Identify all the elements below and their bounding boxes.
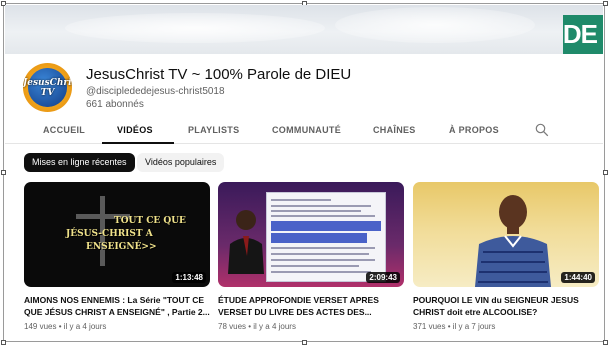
resize-handle[interactable] [1,340,6,345]
video-duration: 1:13:48 [172,272,206,283]
channel-avatar[interactable]: JesusChrist TV [23,63,72,112]
tab-chaines[interactable]: CHAÎNES [373,125,416,135]
doc-line [271,210,361,212]
doc-line [271,199,331,201]
video-title[interactable]: AIMONS NOS ENNEMIS : La Série "TOUT CE Q… [24,294,210,318]
video-duration: 2:09:43 [366,272,400,283]
video-title[interactable]: POURQUOI LE VIN du SEIGNEUR JESUS CHRIST… [413,294,599,318]
resize-handle[interactable] [603,170,608,175]
doc-line [271,265,359,267]
tab-communaute[interactable]: COMMUNAUTÉ [272,125,341,135]
video-duration: 1:44:40 [561,272,595,283]
document-screenshot [266,192,386,282]
doc-line [271,253,369,255]
doc-line [271,205,371,207]
resize-handle[interactable] [302,340,307,345]
video-meta: 371 vues • il y a 7 jours [413,322,496,331]
doc-line [271,215,375,217]
video-thumbnail[interactable]: TOUT CE QUE JÉSUS-CHRIST A ENSEIGNÉ>> 1:… [24,182,210,287]
chip-recent-uploads[interactable]: Mises en ligne récentes [24,153,135,172]
active-tab-indicator [102,142,174,144]
tab-playlists[interactable]: PLAYLISTS [188,125,239,135]
resize-handle[interactable] [603,340,608,345]
presenter-figure [228,210,264,274]
chip-popular-videos[interactable]: Vidéos populaires [137,153,225,172]
tab-videos[interactable]: VIDÉOS [117,125,153,135]
video-thumbnail[interactable]: 1:44:40 [413,182,599,287]
video-meta: 149 vues • il y a 4 jours [24,322,107,331]
video-thumbnail[interactable]: 2:09:43 [218,182,404,287]
channel-banner: DE [5,5,603,54]
tab-a-propos[interactable]: À PROPOS [449,125,499,135]
video-title[interactable]: ÉTUDE APPROFONDIE VERSET APRES VERSET DU… [218,294,404,318]
thumbnail-text: ENSEIGNÉ>> [86,242,157,252]
doc-line [271,271,371,273]
video-meta: 78 vues • il y a 4 jours [218,322,296,331]
video-card[interactable]: 1:44:40 POURQUOI LE VIN du SEIGNEUR JESU… [413,182,599,331]
channel-name: JesusChrist TV ~ 100% Parole de DIEU [86,66,352,83]
banner-cloud [335,7,535,43]
video-card[interactable]: 2:09:43 ÉTUDE APPROFONDIE VERSET APRES V… [218,182,404,331]
doc-line [271,247,375,249]
banner-cloud [65,13,325,43]
avatar-logo-text: JesusChrist TV [23,78,72,98]
subscriber-count: 661 abonnés [86,99,144,110]
doc-highlight [271,221,381,231]
doc-highlight [271,233,367,243]
thumbnail-text: TOUT CE QUE [114,216,186,226]
doc-line [271,259,375,261]
channel-handle: @disciplededejesus-christ5018 [86,86,225,97]
resize-handle[interactable] [1,170,6,175]
thumbnail-text: JÉSUS-CHRIST A [66,229,153,239]
resize-handle[interactable] [603,1,608,6]
video-card[interactable]: TOUT CE QUE JÉSUS-CHRIST A ENSEIGNÉ>> 1:… [24,182,210,331]
search-icon[interactable] [535,123,549,137]
tab-accueil[interactable]: ACCUEIL [43,125,85,135]
channel-tabs: ACCUEIL VIDÉOS PLAYLISTS COMMUNAUTÉ CHAÎ… [5,117,603,144]
banner-brand-text: DE [562,19,598,49]
